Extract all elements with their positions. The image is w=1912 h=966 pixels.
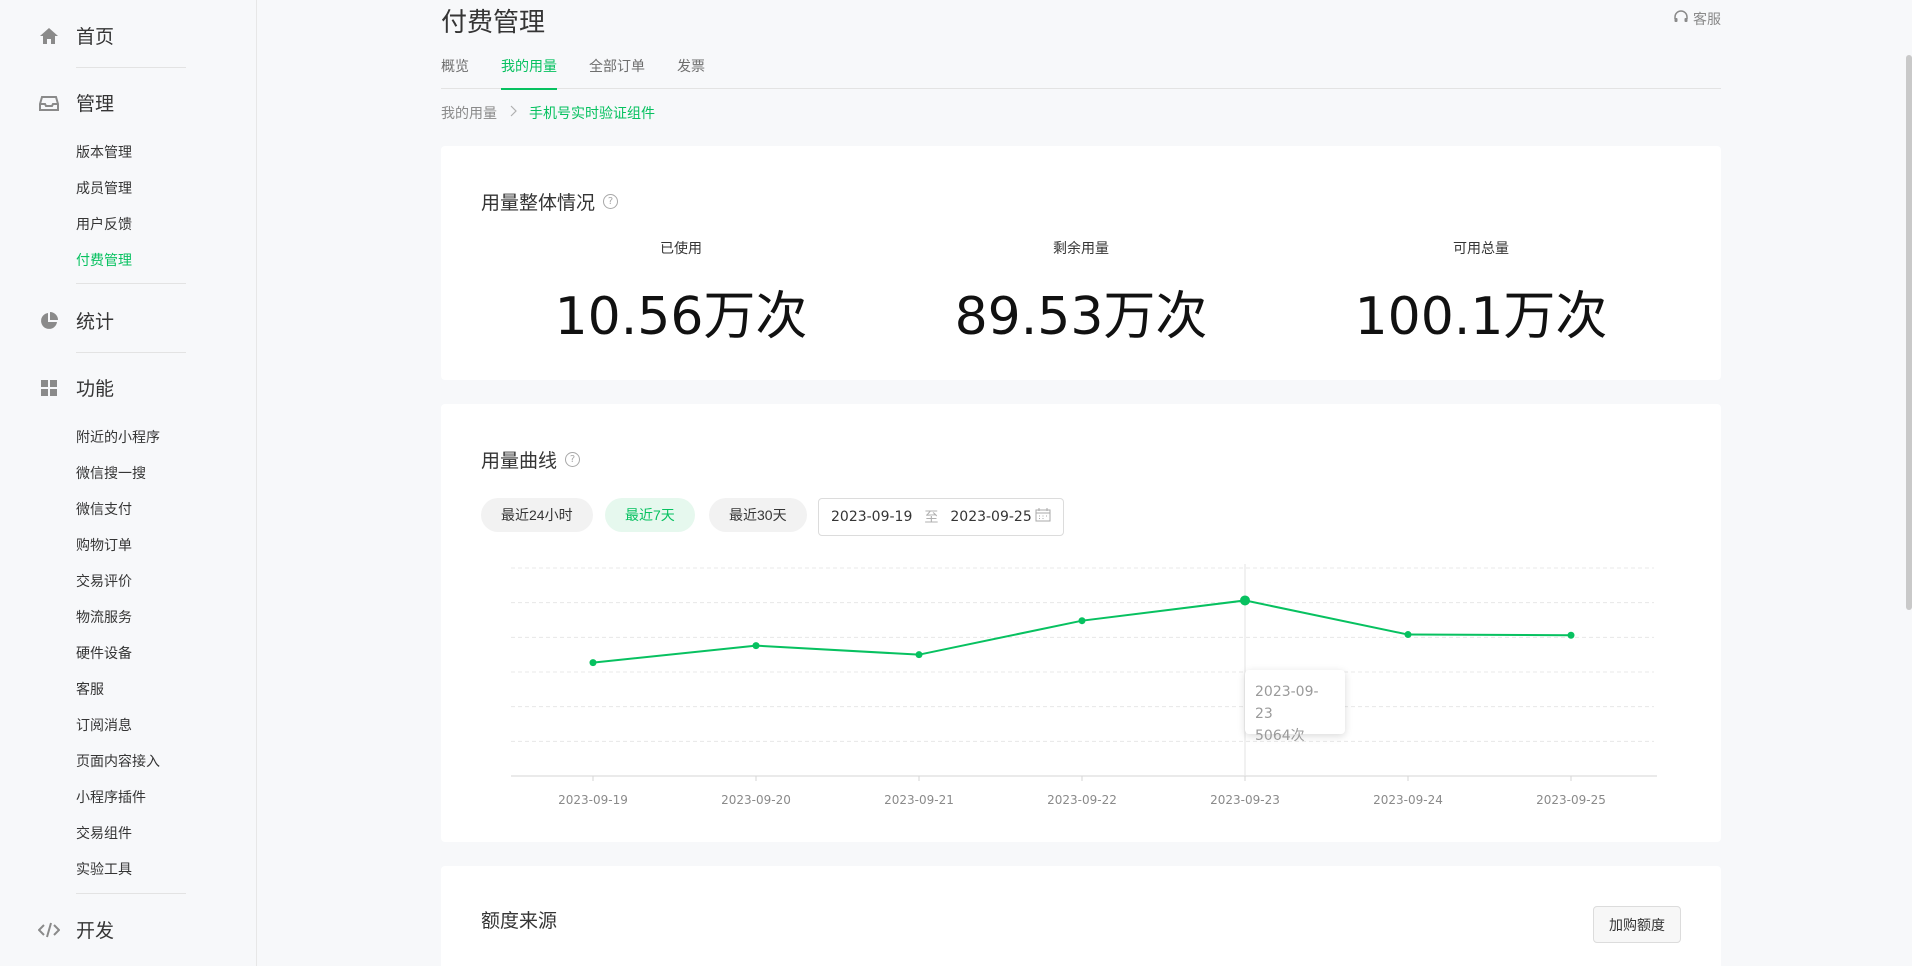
buy-quota-button[interactable]: 加购额度 xyxy=(1593,906,1681,943)
sidebar-item-billing[interactable]: 付费管理 xyxy=(76,250,132,270)
code-icon xyxy=(38,919,60,941)
data-point[interactable] xyxy=(752,642,760,650)
sidebar: 首页 管理 版本管理 成员管理 用户反馈 付费管理 统计 功能 附近的小程序 微… xyxy=(0,0,257,966)
breadcrumb-current: 手机号实时验证组件 xyxy=(529,106,655,122)
source-title: 额度来源 xyxy=(481,910,558,932)
tooltip-value: 5064次 xyxy=(1255,728,1305,744)
x-tick-label: 2023-09-25 xyxy=(1536,793,1606,807)
stat-remaining: 剩余用量 89.53万次 xyxy=(921,238,1241,349)
nav-divider xyxy=(76,352,186,353)
usage-overview-card: 用量整体情况 ? 已使用 10.56万次 剩余用量 89.53万次 可用总量 1… xyxy=(441,146,1721,380)
customer-service-label: 客服 xyxy=(1693,12,1721,28)
nav-dev-label: 开发 xyxy=(76,920,115,942)
overview-title-text: 用量整体情况 xyxy=(481,192,596,214)
nav-features-label: 功能 xyxy=(76,378,115,400)
data-point[interactable] xyxy=(915,651,923,659)
stat-remaining-value: 89.53万次 xyxy=(954,287,1208,347)
date-range-picker[interactable]: 2023-09-19 至 2023-09-25 xyxy=(818,498,1064,536)
sidebar-item-search[interactable]: 微信搜一搜 xyxy=(76,463,146,483)
date-start: 2023-09-19 xyxy=(831,509,913,525)
data-point[interactable] xyxy=(1078,617,1086,625)
range-30d-button[interactable]: 最近30天 xyxy=(709,498,807,532)
nav-stats-label: 统计 xyxy=(76,311,115,333)
tab-invoice[interactable]: 发票 xyxy=(677,56,705,89)
sidebar-item-members[interactable]: 成员管理 xyxy=(76,178,132,198)
stat-used-value: 10.56万次 xyxy=(554,287,808,347)
date-end: 2023-09-25 xyxy=(950,509,1032,525)
breadcrumb-parent[interactable]: 我的用量 xyxy=(441,103,497,123)
chart-tooltip: 2023-09-23 5064次 xyxy=(1245,670,1345,744)
date-separator: 至 xyxy=(924,510,939,526)
sidebar-item-plugins[interactable]: 小程序插件 xyxy=(76,787,146,807)
tab-all-orders[interactable]: 全部订单 xyxy=(589,56,645,89)
stat-total-label: 可用总量 xyxy=(1453,241,1509,257)
sidebar-item-nearby[interactable]: 附近的小程序 xyxy=(76,427,160,447)
nav-divider xyxy=(76,67,186,68)
sidebar-item-logistics[interactable]: 物流服务 xyxy=(76,607,132,627)
usage-curve-card: 用量曲线 ? 最近24小时 最近7天 最近30天 2023-09-19 至 20… xyxy=(441,404,1721,842)
range-7d-button[interactable]: 最近7天 xyxy=(605,498,695,532)
inbox-icon xyxy=(38,92,60,114)
data-point[interactable] xyxy=(589,659,597,667)
pie-chart-icon xyxy=(38,310,60,332)
stat-used: 已使用 10.56万次 xyxy=(521,238,841,349)
sidebar-item-subscribe[interactable]: 订阅消息 xyxy=(76,715,132,735)
scrollbar[interactable] xyxy=(1906,55,1912,610)
sidebar-item-feedback[interactable]: 用户反馈 xyxy=(76,214,132,234)
help-icon[interactable]: ? xyxy=(565,452,581,467)
x-tick-label: 2023-09-22 xyxy=(1047,793,1117,807)
stat-total-value: 100.1万次 xyxy=(1354,287,1608,347)
overview-title: 用量整体情况 ? xyxy=(481,188,619,215)
sidebar-item-pay[interactable]: 微信支付 xyxy=(76,499,132,519)
page-title: 付费管理 xyxy=(441,8,546,38)
help-icon[interactable]: ? xyxy=(603,194,619,209)
data-point[interactable] xyxy=(1240,595,1250,606)
series-line xyxy=(592,599,1572,664)
sidebar-item-page-content[interactable]: 页面内容接入 xyxy=(76,751,160,771)
grid-icon xyxy=(38,377,60,399)
x-tick-label: 2023-09-21 xyxy=(884,793,954,807)
x-tick-label: 2023-09-24 xyxy=(1373,793,1443,807)
sidebar-item-orders[interactable]: 购物订单 xyxy=(76,535,132,555)
nav-manage-label: 管理 xyxy=(76,93,115,115)
chevron-right-icon xyxy=(509,105,517,121)
stat-total: 可用总量 100.1万次 xyxy=(1321,238,1641,349)
nav-divider xyxy=(76,283,186,284)
nav-stats[interactable]: 统计 xyxy=(38,307,114,334)
nav-features[interactable]: 功能 xyxy=(38,374,114,401)
data-point[interactable] xyxy=(1567,631,1575,639)
tab-overview[interactable]: 概览 xyxy=(441,56,469,89)
nav-home[interactable]: 首页 xyxy=(38,22,114,49)
tab-my-usage[interactable]: 我的用量 xyxy=(501,56,557,90)
breadcrumb: 我的用量 手机号实时验证组件 xyxy=(441,103,655,123)
nav-home-label: 首页 xyxy=(76,26,115,48)
x-tick-label: 2023-09-20 xyxy=(721,793,791,807)
sidebar-item-reviews[interactable]: 交易评价 xyxy=(76,571,132,591)
tab-bar: 概览 我的用量 全部订单 发票 xyxy=(441,56,1721,90)
curve-title: 用量曲线 ? xyxy=(481,446,581,473)
stat-used-label: 已使用 xyxy=(660,241,702,257)
sidebar-item-hardware[interactable]: 硬件设备 xyxy=(76,643,132,663)
customer-service-link[interactable]: 客服 xyxy=(1673,9,1721,29)
x-tick-label: 2023-09-23 xyxy=(1210,793,1280,807)
nav-dev[interactable]: 开发 xyxy=(38,916,114,943)
data-point[interactable] xyxy=(1404,631,1412,639)
sidebar-item-version[interactable]: 版本管理 xyxy=(76,142,132,162)
stat-remaining-label: 剩余用量 xyxy=(1053,241,1109,257)
x-tick-label: 2023-09-19 xyxy=(558,793,628,807)
nav-divider xyxy=(76,893,186,894)
quota-source-card: 额度来源 加购额度 xyxy=(441,866,1721,966)
curve-title-text: 用量曲线 xyxy=(481,450,558,472)
sidebar-item-lab[interactable]: 实验工具 xyxy=(76,859,132,879)
headset-icon xyxy=(1673,9,1689,29)
sidebar-item-customer-service[interactable]: 客服 xyxy=(76,679,104,699)
sidebar-item-trade-component[interactable]: 交易组件 xyxy=(76,823,132,843)
home-icon xyxy=(38,25,60,47)
range-24h-button[interactable]: 最近24小时 xyxy=(481,498,593,532)
nav-manage[interactable]: 管理 xyxy=(38,89,114,116)
calendar-icon xyxy=(1035,508,1051,526)
tooltip-date: 2023-09-23 xyxy=(1255,684,1319,722)
usage-line-chart: 2023-09-19 2023-09-20 2023-09-21 2023-09-22… xyxy=(511,564,1657,807)
